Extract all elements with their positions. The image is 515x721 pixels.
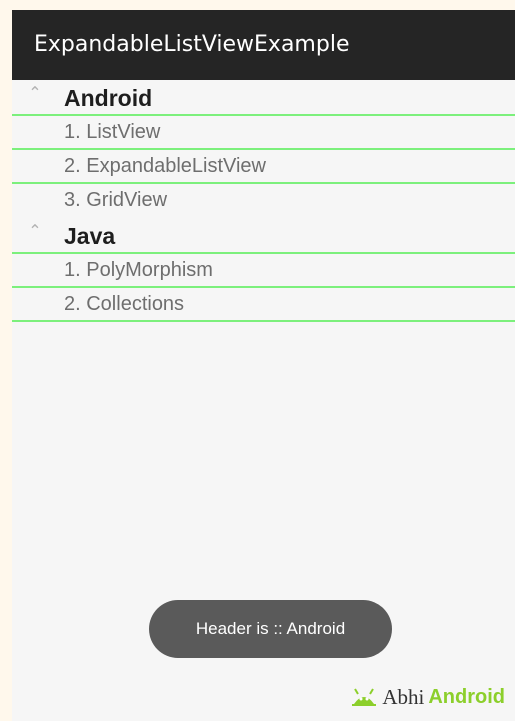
action-bar: ExpandableListViewExample bbox=[12, 10, 515, 80]
list-item[interactable]: 3. GridView bbox=[12, 184, 515, 218]
group-title: Android bbox=[64, 85, 153, 111]
list-item-label: 2. Collections bbox=[64, 293, 185, 315]
list-item-label: 2. ExpandableListView bbox=[64, 155, 266, 177]
list-item[interactable]: 2. Collections bbox=[12, 288, 515, 322]
toast-message: Header is :: Android bbox=[149, 600, 392, 658]
list-group-java[interactable]: ⌃ Java bbox=[12, 218, 515, 254]
list-item-label: 1. PolyMorphism bbox=[64, 259, 213, 281]
list-item[interactable]: 1. PolyMorphism bbox=[12, 254, 515, 288]
expandable-list[interactable]: ⌃ Android 1. ListView 2. ExpandableListV… bbox=[12, 80, 515, 322]
app-title: ExpandableListViewExample bbox=[34, 32, 350, 57]
list-item-label: 3. GridView bbox=[64, 189, 168, 211]
phone-screen: ExpandableListViewExample ⌃ Android 1. L… bbox=[12, 10, 515, 721]
list-item[interactable]: 2. ExpandableListView bbox=[12, 150, 515, 184]
chevron-up-icon: ⌃ bbox=[28, 221, 42, 240]
watermark-logo: Abhi Android bbox=[350, 680, 505, 714]
toast-text: Header is :: Android bbox=[195, 619, 346, 638]
group-title: Java bbox=[64, 223, 116, 249]
chevron-up-icon: ⌃ bbox=[28, 83, 42, 102]
list-item-label: 1. ListView bbox=[64, 121, 161, 143]
watermark-abhi: Abhi bbox=[382, 684, 425, 709]
watermark-android: Android bbox=[428, 685, 505, 708]
list-group-android[interactable]: ⌃ Android bbox=[12, 80, 515, 116]
android-logo-icon bbox=[352, 688, 377, 706]
list-item[interactable]: 1. ListView bbox=[12, 116, 515, 150]
